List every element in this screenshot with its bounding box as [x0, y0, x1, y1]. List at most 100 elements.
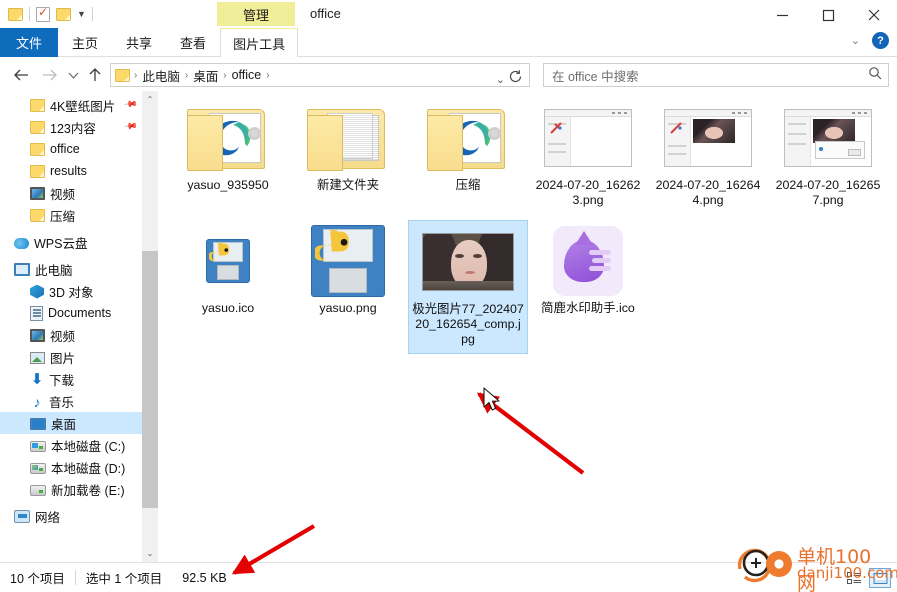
file-item[interactable]: 2024-07-20_162657.png: [768, 97, 888, 214]
sidebar-item-4[interactable]: 视频: [0, 182, 142, 204]
tab-file[interactable]: 文件: [0, 28, 59, 57]
details-view-button[interactable]: [843, 568, 865, 588]
sidebar-item-8[interactable]: 3D 对象: [0, 280, 142, 302]
new-folder-icon[interactable]: [56, 7, 71, 21]
view-toggle-group: [843, 568, 891, 588]
scroll-up-arrow[interactable]: ⌃: [142, 91, 158, 108]
tab-view[interactable]: 查看: [166, 28, 220, 57]
file-thumbnail: [300, 224, 396, 298]
image-thumbnail: [544, 109, 632, 167]
item-count-label: 10 个项目: [10, 572, 65, 586]
tab-share[interactable]: 共享: [112, 28, 166, 57]
minimize-button[interactable]: [759, 0, 805, 30]
sidebar-item-13[interactable]: ♪ 音乐: [0, 390, 142, 412]
content-area: 4K壁纸图片 📌 123内容 📌 office results 视频 压缩 WPS云盘 此电脑 3D…: [0, 91, 897, 562]
file-item[interactable]: 2024-07-20_162623.png: [528, 97, 648, 214]
sidebar-item-2[interactable]: office: [0, 138, 142, 160]
video-icon: [30, 329, 45, 342]
sidebar-item-3[interactable]: results: [0, 160, 142, 182]
file-list-pane[interactable]: yasuo_935950 新建文件夹 压缩 2024-07-20_162623.png…: [160, 91, 897, 562]
sidebar-item-16[interactable]: 本地磁盘 (D:): [0, 456, 142, 478]
app-icon: [553, 226, 623, 296]
sidebar-item-label: 此电脑: [35, 263, 73, 278]
scroll-down-arrow[interactable]: ⌄: [142, 545, 158, 562]
sidebar-item-17[interactable]: 新加载卷 (E:): [0, 478, 142, 500]
status-bar: 10 个项目 选中 1 个项目 92.5 KB: [0, 562, 897, 592]
sidebar-item-7[interactable]: 此电脑: [0, 258, 142, 280]
address-bar: › 此电脑 › 桌面 › office › ⌄ 在 office 中搜索: [0, 58, 897, 91]
ribbon-actions: ⌄ ?: [851, 32, 889, 49]
file-name-label: 简鹿水印助手.ico: [541, 301, 635, 315]
recent-locations-button[interactable]: [62, 64, 84, 86]
pin-icon: 📌: [123, 96, 139, 112]
file-item[interactable]: yasuo.ico: [168, 220, 288, 354]
up-button[interactable]: [84, 64, 106, 86]
back-button[interactable]: [10, 64, 32, 86]
sidebar-item-9[interactable]: Documents: [0, 302, 142, 324]
file-name-label: yasuo.png: [319, 301, 377, 315]
file-item[interactable]: yasuo_935950: [168, 97, 288, 214]
sidebar-item-5[interactable]: 压缩: [0, 204, 142, 226]
management-context-tab[interactable]: 管理: [217, 2, 295, 26]
chevron-down-icon[interactable]: ▼: [77, 9, 86, 19]
net-icon: [14, 510, 30, 523]
forward-button[interactable]: [38, 64, 60, 86]
breadcrumb-separator: ›: [266, 69, 270, 81]
scrollbar-thumb[interactable]: [142, 251, 158, 508]
sidebar-item-label: 123内容: [50, 121, 96, 136]
properties-icon[interactable]: [36, 5, 50, 22]
folder-icon: [427, 105, 509, 171]
window-title: office: [310, 6, 341, 21]
folder-icon: [30, 165, 45, 178]
sidebar-item-label: 视频: [50, 329, 76, 344]
search-input[interactable]: 在 office 中搜索: [543, 63, 889, 87]
breadcrumb[interactable]: › 此电脑 › 桌面 › office › ⌄: [110, 63, 530, 87]
music-icon: ♪: [33, 393, 41, 410]
sidebar-item-0[interactable]: 4K壁纸图片 📌: [0, 94, 142, 116]
file-item[interactable]: 新建文件夹: [288, 97, 408, 214]
folder-icon: [115, 68, 130, 82]
sidebar-item-10[interactable]: 视频: [0, 324, 142, 346]
breadcrumb-dropdown-icon[interactable]: ⌄: [496, 73, 505, 86]
down-icon: ⬇: [30, 371, 44, 388]
sidebar-item-1[interactable]: 123内容 📌: [0, 116, 142, 138]
file-item[interactable]: yasuo.png: [288, 220, 408, 354]
search-placeholder: 在 office 中搜索: [552, 69, 639, 84]
tab-home[interactable]: 主页: [58, 28, 112, 57]
file-item[interactable]: 压缩: [408, 97, 528, 214]
navigation-scrollbar[interactable]: ⌃ ⌄: [142, 91, 158, 562]
file-name-label: yasuo_935950: [187, 178, 269, 192]
file-item-selected[interactable]: 极光图片77_20240720_162654_comp.jpg: [408, 220, 528, 354]
sidebar-item-label: WPS云盘: [34, 236, 88, 251]
sidebar-item-label: 下载: [49, 373, 75, 388]
file-name-label: 极光图片77_20240720_162654_comp.jpg: [412, 302, 524, 346]
breadcrumb-item-office[interactable]: office: [229, 68, 265, 82]
sidebar-item-15[interactable]: 本地磁盘 (C:): [0, 434, 142, 456]
close-button[interactable]: [851, 0, 897, 30]
tab-picture-tools[interactable]: 图片工具: [220, 28, 299, 57]
help-icon[interactable]: ?: [872, 32, 889, 49]
folder-icon[interactable]: [8, 7, 23, 21]
file-name-label: 2024-07-20_162623.png: [535, 178, 641, 207]
breadcrumb-item-this-pc[interactable]: 此电脑: [139, 66, 183, 85]
search-icon[interactable]: [868, 66, 882, 85]
sidebar-item-11[interactable]: 图片: [0, 346, 142, 368]
breadcrumb-item-desktop[interactable]: 桌面: [190, 66, 221, 85]
sidebar-item-label: 本地磁盘 (D:): [51, 461, 126, 476]
large-icons-view-button[interactable]: [869, 568, 891, 588]
drived-icon: [30, 462, 46, 474]
sidebar-item-12[interactable]: ⬇ 下载: [0, 368, 142, 390]
selection-label: 选中 1 个项目: [85, 572, 163, 586]
refresh-icon[interactable]: [508, 69, 524, 85]
maximize-button[interactable]: [805, 0, 851, 30]
file-item[interactable]: 简鹿水印助手.ico: [528, 220, 648, 354]
sidebar-item-14[interactable]: 桌面: [0, 412, 142, 434]
file-thumbnail: [180, 224, 276, 298]
drive-icon: [30, 484, 46, 496]
chevron-down-icon[interactable]: ⌄: [851, 34, 860, 47]
file-item[interactable]: 2024-07-20_162644.png: [648, 97, 768, 214]
sidebar-item-18[interactable]: 网络: [0, 505, 142, 527]
file-thumbnail: [300, 101, 396, 175]
folder-icon: [30, 143, 45, 156]
sidebar-item-6[interactable]: WPS云盘: [0, 231, 142, 253]
